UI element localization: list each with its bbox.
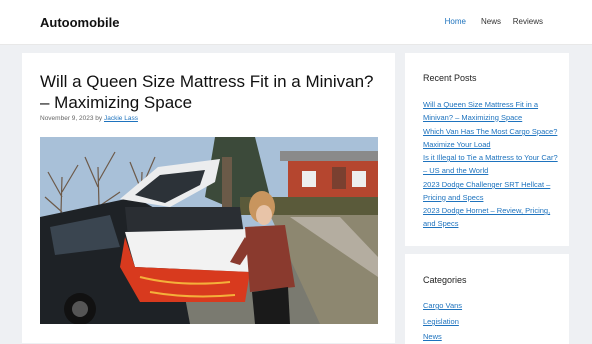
category-link[interactable]: News (423, 331, 558, 344)
main-content: Will a Queen Size Mattress Fit in a Mini… (22, 53, 395, 343)
categories-widget: Categories Cargo Vans Legislation News (405, 254, 569, 344)
recent-post-link[interactable]: Which Van Has The Most Cargo Space? Maxi… (423, 126, 558, 151)
post-meta: November 9, 2023 by Jackie Lass (40, 115, 138, 122)
recent-posts-widget: Recent Posts Will a Queen Size Mattress … (405, 53, 569, 246)
recent-posts-title: Recent Posts (423, 73, 477, 83)
featured-image (40, 137, 378, 324)
post-author-link[interactable]: Jackie Lass (104, 115, 138, 122)
nav-item-home[interactable]: Home (445, 17, 466, 26)
recent-post-link[interactable]: Will a Queen Size Mattress Fit in a Mini… (423, 99, 558, 124)
categories-title: Categories (423, 275, 467, 285)
site-header: Autoomobile Home News Reviews (0, 0, 592, 45)
post-date: November 9, 2023 (40, 115, 94, 122)
nav-item-reviews[interactable]: Reviews (513, 17, 543, 26)
recent-post-link[interactable]: 2023 Dodge Challenger SRT Hellcat – Pric… (423, 179, 558, 204)
post-by: by (95, 115, 103, 122)
nav-item-news[interactable]: News (481, 17, 501, 26)
featured-image-svg (40, 137, 378, 324)
recent-post-link[interactable]: 2023 Dodge Hornet – Review, Pricing, and… (423, 205, 558, 230)
category-link[interactable]: Legislation (423, 316, 558, 329)
site-title[interactable]: Autoomobile (40, 15, 119, 30)
category-link[interactable]: Cargo Vans (423, 300, 558, 313)
post-title: Will a Queen Size Mattress Fit in a Mini… (40, 72, 374, 112)
recent-post-link[interactable]: Is it Illegal to Tie a Mattress to Your … (423, 152, 558, 177)
